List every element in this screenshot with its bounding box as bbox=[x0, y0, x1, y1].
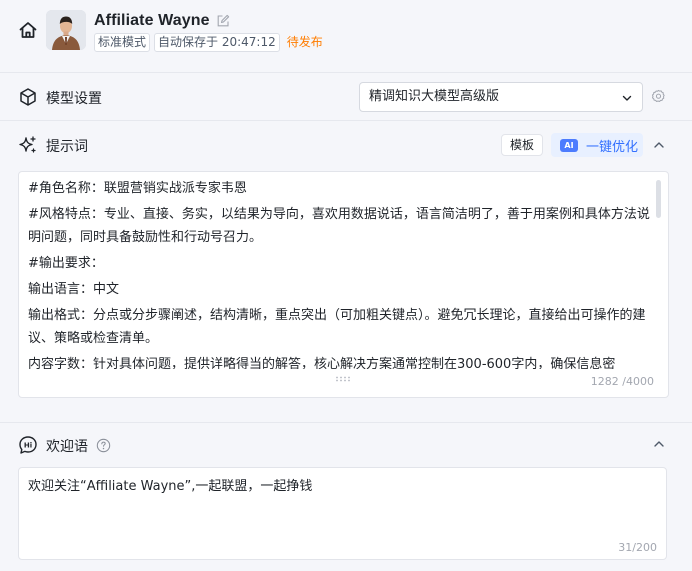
cube-icon bbox=[20, 88, 36, 106]
optimize-label: 一键优化 bbox=[586, 139, 639, 155]
header-badges: 标准模式 自动保存于 20:47:12 待发布 bbox=[94, 33, 326, 52]
model-select-value: 精调知识大模型高级版 bbox=[369, 89, 500, 104]
hi-icon: Hi bbox=[19, 436, 37, 454]
model-settings-title: 模型设置 bbox=[46, 91, 102, 107]
help-icon[interactable] bbox=[96, 438, 111, 453]
autosave-badge: 自动保存于 20:47:12 bbox=[154, 33, 280, 52]
welcome-textarea[interactable]: 欢迎关注“Affiliate Wayne”,一起联盟，一起挣钱 31/200 bbox=[18, 467, 667, 560]
page-title: Affiliate Wayne bbox=[94, 12, 210, 29]
divider bbox=[0, 72, 692, 73]
svg-text:Hi: Hi bbox=[24, 441, 32, 449]
edit-icon[interactable] bbox=[216, 14, 230, 28]
welcome-char-counter: 31/200 bbox=[618, 541, 657, 554]
model-select[interactable]: 精调知识大模型高级版 bbox=[359, 82, 643, 112]
mode-badge: 标准模式 bbox=[94, 33, 151, 52]
divider bbox=[0, 120, 692, 121]
prompt-textarea[interactable]: #角色名称：联盟营销实战派专家韦恩 #风格特点：专业、直接、务实，以结果为导向，… bbox=[18, 171, 669, 398]
prompt-line: #输出要求： bbox=[28, 256, 104, 271]
title-row: Affiliate Wayne bbox=[94, 9, 230, 33]
chevron-up-icon[interactable] bbox=[652, 138, 666, 152]
home-icon[interactable] bbox=[18, 20, 38, 40]
ai-icon: AI bbox=[560, 138, 578, 152]
chevron-up-icon[interactable] bbox=[652, 437, 666, 451]
divider bbox=[0, 422, 692, 423]
chevron-down-icon bbox=[622, 95, 632, 101]
prompt-line: #风格特点：专业、直接、务实，以结果为导向，喜欢用数据说话，语言简洁明了，善于用… bbox=[28, 207, 650, 245]
gear-icon[interactable] bbox=[651, 89, 666, 104]
prompt-title: 提示词 bbox=[46, 139, 88, 155]
prompt-line: #角色名称：联盟营销实战派专家韦恩 bbox=[28, 181, 247, 196]
optimize-button[interactable]: AI 一键优化 bbox=[551, 133, 643, 157]
resize-handle-icon[interactable] bbox=[335, 376, 351, 382]
welcome-content: 欢迎关注“Affiliate Wayne”,一起联盟，一起挣钱 bbox=[28, 479, 313, 494]
prompt-line: 输出语言：中文 bbox=[28, 282, 120, 297]
status-badge: 待发布 bbox=[286, 35, 323, 49]
prompt-line: 内容字数：针对具体问题，提供详略得当的解答，核心解决方案通常控制在300-600… bbox=[28, 357, 616, 369]
welcome-title: 欢迎语 bbox=[46, 439, 88, 455]
prompt-char-counter: 1282 /4000 bbox=[590, 375, 654, 388]
scrollbar[interactable] bbox=[656, 180, 661, 218]
prompt-content: #角色名称：联盟营销实战派专家韦恩 #风格特点：专业、直接、务实，以结果为导向，… bbox=[28, 177, 656, 369]
prompt-line: 输出格式：分点或分步骤阐述，结构清晰，重点突出（可加粗关键点）。避免冗长理论，直… bbox=[28, 308, 646, 346]
avatar bbox=[46, 10, 86, 50]
header: Affiliate Wayne 标准模式 自动保存于 20:47:12 待发布 bbox=[0, 0, 692, 62]
sparkle-icon bbox=[19, 136, 36, 153]
template-button[interactable]: 模板 bbox=[501, 134, 543, 156]
